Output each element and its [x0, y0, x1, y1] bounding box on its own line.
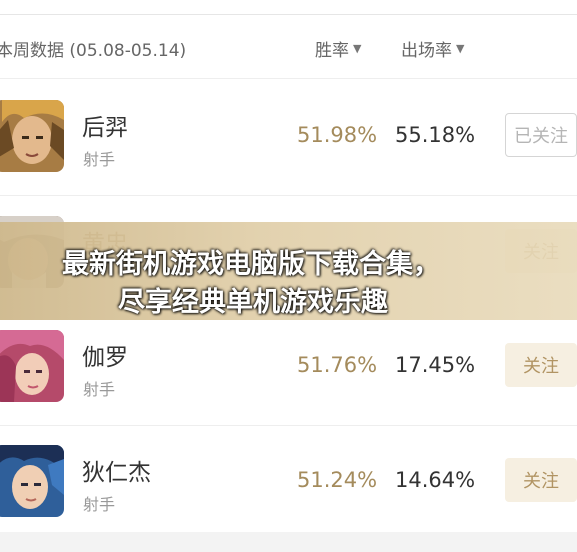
hero-name: 狄仁杰 — [82, 460, 151, 486]
hero-win-rate: 51.24% — [297, 468, 378, 492]
stats-header: 本周数据 (05.08-05.14) 胜率 ▼ 出场率 ▼ — [0, 24, 577, 72]
follow-button[interactable]: 关注 — [505, 343, 577, 387]
hero-win-rate: 51.76% — [297, 353, 378, 377]
hero-row[interactable]: 伽罗 射手 51.76% 17.45% 关注 — [0, 310, 577, 425]
hero-row[interactable]: 狄仁杰 射手 51.24% 14.64% 关注 — [0, 425, 577, 540]
bottom-strip — [0, 532, 577, 552]
hero-avatar — [0, 100, 64, 172]
hero-pick-rate: 17.45% — [395, 353, 476, 377]
hero-role: 射手 — [83, 495, 116, 514]
hero-avatar — [0, 445, 64, 517]
sort-win-rate[interactable]: 胜率 ▼ — [315, 36, 361, 61]
hero-pick-rate: 14.64% — [395, 468, 476, 492]
overlay-banner: 最新街机游戏电脑版下载合集， 尽享经典单机游戏乐趣 — [0, 222, 577, 320]
hero-pick-rate: 55.18% — [395, 123, 476, 147]
top-divider — [0, 14, 577, 15]
banner-title-line2: 尽享经典单机游戏乐趣 — [118, 287, 388, 318]
banner-title-line1: 最新街机游戏电脑版下载合集， — [62, 249, 440, 280]
week-range-label: 本周数据 (05.08-05.14) — [0, 41, 187, 61]
pick-rate-label: 出场率 — [401, 41, 452, 61]
hero-row[interactable]: 后羿 射手 51.98% 55.18% 已关注 — [0, 80, 577, 195]
caret-down-icon: ▼ — [353, 42, 362, 55]
follow-button[interactable]: 关注 — [505, 458, 577, 502]
win-rate-label: 胜率 — [315, 41, 349, 61]
followed-button[interactable]: 已关注 — [505, 113, 577, 157]
hero-win-rate: 51.98% — [297, 123, 378, 147]
hero-avatar — [0, 330, 64, 402]
hero-name: 后羿 — [82, 115, 128, 141]
header-divider — [0, 78, 577, 79]
hero-role: 射手 — [83, 380, 116, 399]
sort-pick-rate[interactable]: 出场率 ▼ — [401, 36, 464, 61]
hero-name: 伽罗 — [82, 345, 128, 371]
hero-role: 射手 — [83, 150, 116, 169]
caret-down-icon: ▼ — [456, 42, 465, 55]
